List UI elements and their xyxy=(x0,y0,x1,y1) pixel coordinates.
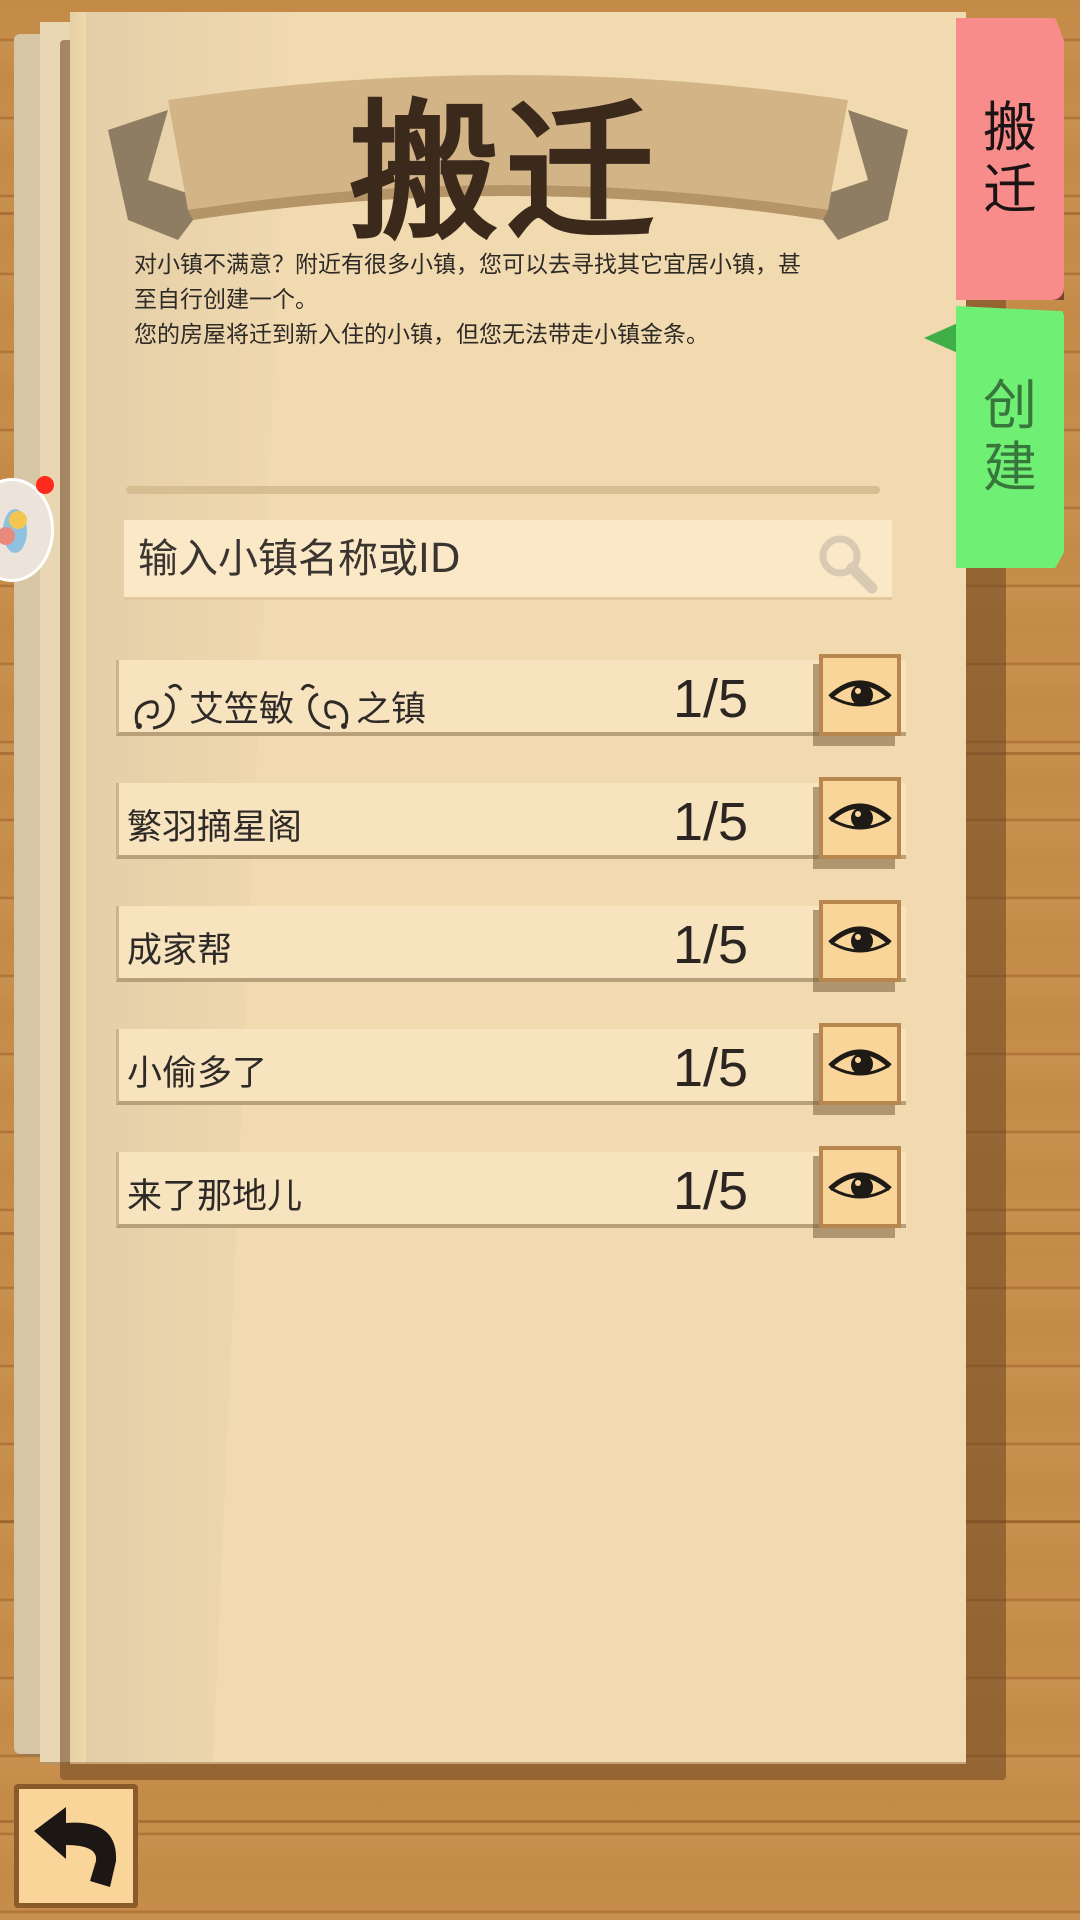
back-button[interactable] xyxy=(14,1784,138,1908)
town-name-part: 艾笠敏 xyxy=(189,689,295,730)
page-title: 搬迁 xyxy=(348,85,661,261)
tab-create-label: 建 xyxy=(983,436,1037,499)
view-town-button[interactable] xyxy=(819,1146,901,1228)
town-row[interactable]: 艾笠敏 之镇 1/5 xyxy=(116,654,906,736)
tab-relocate-label: 迁 xyxy=(983,158,1037,221)
eye-icon xyxy=(828,1172,892,1199)
search-bar xyxy=(124,520,892,600)
eye-icon xyxy=(828,1049,892,1076)
town-name: 来了那地儿 xyxy=(127,1177,303,1217)
search-icon[interactable] xyxy=(812,528,882,598)
view-town-button[interactable] xyxy=(819,900,901,982)
town-row[interactable]: 成家帮 1/5 xyxy=(116,900,906,982)
town-row[interactable]: 繁羽摘星阁 1/5 xyxy=(116,777,906,859)
eye-icon xyxy=(828,803,892,830)
description-line: 至自行创建一个。 xyxy=(134,287,318,313)
paper-spine xyxy=(70,12,86,1762)
town-row[interactable]: 来了那地儿 1/5 xyxy=(116,1146,906,1228)
town-name: 繁羽摘星阁 xyxy=(127,808,303,848)
flourish-icon xyxy=(300,683,349,730)
town-member-count: 1/5 xyxy=(673,915,749,975)
description-line: 对小镇不满意？附近有很多小镇，您可以去寻找其它宜居小镇，甚 xyxy=(134,252,801,278)
search-input[interactable] xyxy=(138,535,778,582)
town-name: 小偷多了 xyxy=(127,1054,268,1094)
divider xyxy=(126,486,880,494)
description: 对小镇不满意？附近有很多小镇，您可以去寻找其它宜居小镇，甚 至自行创建一个。 您… xyxy=(134,248,914,353)
eye-icon xyxy=(828,680,892,707)
eye-icon xyxy=(828,926,892,953)
flourish-icon xyxy=(134,683,183,730)
view-town-button[interactable] xyxy=(819,777,901,859)
view-town-button[interactable] xyxy=(819,654,901,736)
notification-dot xyxy=(36,476,54,494)
tab-relocate-label: 搬 xyxy=(983,96,1037,159)
bubble-shape xyxy=(9,511,27,529)
town-name-part: 之镇 xyxy=(356,689,427,730)
view-town-button[interactable] xyxy=(819,1023,901,1105)
tab-create-label: 创 xyxy=(983,374,1037,437)
town-member-count: 1/5 xyxy=(673,792,749,852)
tab-notch xyxy=(924,322,960,354)
tab-relocate[interactable]: 搬 迁 xyxy=(956,18,1064,300)
town-member-count: 1/5 xyxy=(673,1161,749,1221)
wood-seam xyxy=(0,1820,1080,1823)
town-row[interactable]: 小偷多了 1/5 xyxy=(116,1023,906,1105)
town-member-count: 1/5 xyxy=(673,1038,749,1098)
tab-create[interactable]: 创 建 xyxy=(956,306,1064,568)
description-line: 您的房屋将迁到新入住的小镇，但您无法带走小镇金条。 xyxy=(134,322,709,348)
back-arrow-icon xyxy=(34,1807,117,1887)
town-name: 艾笠敏 之镇 xyxy=(127,676,426,736)
town-member-count: 1/5 xyxy=(673,669,749,729)
town-name: 成家帮 xyxy=(127,931,233,971)
